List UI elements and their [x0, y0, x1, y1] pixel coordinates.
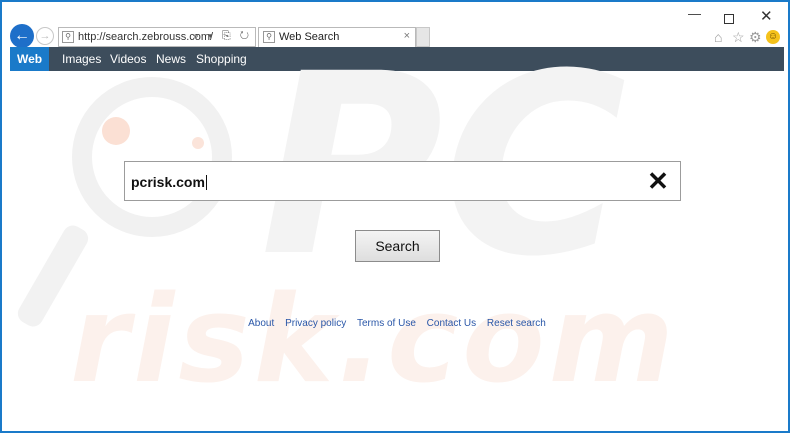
footer-link-about[interactable]: About [248, 318, 274, 329]
nav-shopping[interactable]: Shopping [196, 47, 247, 71]
watermark-dot [192, 137, 204, 149]
smiley-icon[interactable]: ☺ [766, 30, 780, 44]
new-tab-button[interactable] [416, 27, 430, 47]
footer-link-privacy[interactable]: Privacy policy [285, 318, 346, 329]
tab-web-search[interactable]: ⚲ Web Search × [258, 27, 416, 47]
address-tools[interactable]: ⌕ ▾ ⎘ ↻ [193, 30, 252, 43]
home-icon[interactable]: ⌂ [714, 29, 722, 45]
close-tab-icon[interactable]: × [404, 30, 410, 42]
footer-link-contact[interactable]: Contact Us [427, 318, 476, 329]
browser-toolbar: ← → ⚲ http://search.zebrouss.com/ ⌕ ▾ ⎘ … [2, 2, 788, 48]
search-nav-bar: Web Images Videos News Shopping [10, 47, 784, 71]
page-icon: ⚲ [263, 31, 275, 43]
gear-icon[interactable]: ⚙ [749, 29, 762, 46]
nav-images[interactable]: Images [62, 47, 101, 71]
star-icon[interactable]: ☆ [732, 29, 745, 46]
search-button[interactable]: Search [355, 230, 440, 262]
footer-links: About Privacy policy Terms of Use Contac… [10, 318, 784, 329]
footer-link-reset[interactable]: Reset search [487, 318, 546, 329]
clear-icon[interactable]: ✕ [646, 168, 670, 194]
maximize-icon[interactable] [724, 14, 734, 24]
browser-window: ← → ⚲ http://search.zebrouss.com/ ⌕ ▾ ⎘ … [0, 0, 790, 433]
nav-videos[interactable]: Videos [110, 47, 146, 71]
nav-news[interactable]: News [156, 47, 186, 71]
address-bar[interactable]: ⚲ http://search.zebrouss.com/ ⌕ ▾ ⎘ ↻ [58, 27, 256, 47]
arrow-right-icon[interactable]: → [36, 27, 54, 45]
arrow-left-icon[interactable]: ← [10, 24, 34, 48]
tab-title: Web Search [279, 31, 340, 43]
search-input-value[interactable]: pcrisk.com [131, 174, 207, 190]
page-icon: ⚲ [62, 31, 74, 43]
close-window-icon[interactable]: ✕ [760, 7, 773, 25]
watermark-risk: risk.com [70, 271, 678, 410]
minimize-icon[interactable]: — [688, 6, 701, 21]
watermark-dot [102, 117, 130, 145]
watermark-magnifier-icon [72, 77, 232, 237]
watermark-magnifier-handle [14, 221, 92, 331]
nav-web[interactable]: Web [10, 47, 50, 71]
search-input[interactable]: pcrisk.com ✕ [124, 161, 681, 201]
footer-link-terms[interactable]: Terms of Use [357, 318, 416, 329]
text-caret [205, 175, 207, 190]
page-content: PC risk.com pcrisk.com ✕ Search About Pr… [10, 41, 784, 427]
